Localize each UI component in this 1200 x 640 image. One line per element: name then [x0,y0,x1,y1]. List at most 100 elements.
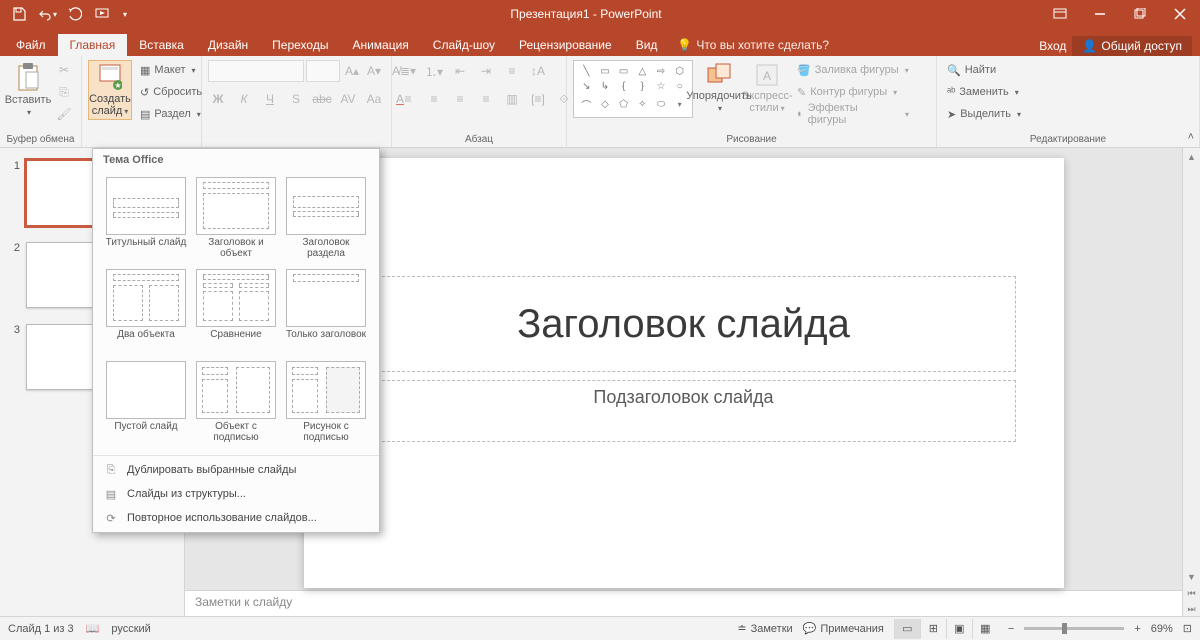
comments-toggle[interactable]: 💬 Примечания [803,622,884,635]
font-size-combo[interactable] [306,60,340,82]
bullets-button[interactable]: ≣▾ [398,61,418,81]
layout-button[interactable]: ▦Макет▾ [136,60,206,80]
increase-font-icon[interactable]: A▴ [342,61,362,81]
align-left-button[interactable]: ≡ [398,89,418,109]
tell-me-search[interactable]: 💡Что вы хотите сделать? [669,34,837,56]
shape-fill-button[interactable]: 🪣Заливка фигуры▾ [793,60,913,80]
format-painter-button[interactable]: 🖌 [54,104,74,124]
increase-indent-button[interactable]: ⇥ [476,61,496,81]
scroll-down-icon[interactable]: ▼ [1185,570,1199,584]
spellcheck-icon[interactable]: 📖 [86,622,100,635]
shapes-gallery[interactable]: ╲▭▭△⇨⬡ ↘↳{}☆○ ⌒◇⬠✧⬭▾ [573,60,693,118]
font-name-combo[interactable] [208,60,304,82]
smartart-button[interactable]: ⟐ [554,89,574,109]
align-center-button[interactable]: ≡ [424,89,444,109]
layout-picture-caption[interactable]: Рисунок с подписью [283,359,369,447]
find-button[interactable]: 🔍Найти [943,60,1025,80]
slide-counter[interactable]: Слайд 1 из 3 [8,623,74,635]
vertical-scrollbar[interactable]: ▲ ▼ ⏮ ⏭ [1182,148,1200,616]
decrease-indent-button[interactable]: ⇤ [450,61,470,81]
zoom-slider[interactable] [1024,627,1124,630]
shape-effects-button[interactable]: ◐Эффекты фигуры▾ [793,104,913,124]
next-slide-icon[interactable]: ⏭ [1185,602,1199,616]
arrange-button[interactable]: Упорядочить▾ [697,60,741,116]
layout-comparison[interactable]: Сравнение [193,267,279,355]
tab-view[interactable]: Вид [624,34,670,56]
cut-button[interactable]: ✂ [54,60,74,80]
replace-button[interactable]: ᵃᵇЗаменить▾ [943,82,1025,102]
tab-slideshow[interactable]: Слайд-шоу [421,34,507,56]
redo-icon[interactable] [62,1,88,27]
save-icon[interactable] [6,1,32,27]
scroll-up-icon[interactable]: ▲ [1185,150,1199,164]
tab-home[interactable]: Главная [58,34,128,56]
language-indicator[interactable]: русский [111,623,150,635]
reset-button[interactable]: ↺Сбросить [136,82,206,102]
menu-label: Повторное использование слайдов... [127,512,317,524]
strike-button[interactable]: abc [312,89,332,109]
reading-view-button[interactable]: ▣ [946,619,972,639]
tab-review[interactable]: Рецензирование [507,34,624,56]
slideshow-view-button[interactable]: ▦ [972,619,998,639]
layout-content-caption[interactable]: Объект с подписью [193,359,279,447]
line-spacing-button[interactable]: ≡ [502,61,522,81]
layout-two-content[interactable]: Два объекта [103,267,189,355]
copy-button[interactable]: ⎘ [54,82,74,102]
align-text-button[interactable]: [≡] [528,89,548,109]
zoom-in-button[interactable]: + [1134,623,1140,635]
slide-canvas[interactable]: Заголовок слайда Подзаголовок слайда [304,158,1064,588]
zoom-out-button[interactable]: − [1008,623,1014,635]
prev-slide-icon[interactable]: ⏮ [1185,586,1199,600]
shape-outline-button[interactable]: ✎Контур фигуры▾ [793,82,913,102]
notes-pane[interactable]: Заметки к слайду [185,590,1182,616]
reuse-slides-item[interactable]: ⟳Повторное использование слайдов... [93,506,379,530]
file-tab[interactable]: Файл [4,34,58,56]
change-case-button[interactable]: Aa [364,89,384,109]
text-direction-button[interactable]: ↕A [528,61,548,81]
align-right-button[interactable]: ≡ [450,89,470,109]
layout-title-content[interactable]: Заголовок и объект [193,175,279,263]
duplicate-slides-item[interactable]: ⎘Дублировать выбранные слайды [93,458,379,482]
ribbon-display-options-icon[interactable] [1040,0,1080,28]
layout-title-slide[interactable]: Титульный слайд [103,175,189,263]
paste-button[interactable]: Вставить▾ [6,60,50,120]
sign-in-link[interactable]: Вход [1039,39,1066,53]
qat-customize-icon[interactable]: ▾ [118,1,132,27]
collapse-ribbon-icon[interactable]: ˄ [1188,131,1194,143]
undo-icon[interactable]: ▾ [34,1,60,27]
close-button[interactable] [1160,0,1200,28]
title-placeholder[interactable]: Заголовок слайда [352,276,1016,372]
slides-from-outline-item[interactable]: ▤Слайды из структуры... [93,482,379,506]
layout-label: Рисунок с подписью [285,421,367,445]
shadow-button[interactable]: S [286,89,306,109]
layout-section-header[interactable]: Заголовок раздела [283,175,369,263]
zoom-level[interactable]: 69% [1151,623,1173,635]
quick-styles-button[interactable]: A Экспресс- стили▾ [745,60,789,116]
char-spacing-button[interactable]: AV [338,89,358,109]
decrease-font-icon[interactable]: A▾ [364,61,384,81]
maximize-button[interactable] [1120,0,1160,28]
notes-toggle[interactable]: ≐ Заметки [737,622,792,635]
columns-button[interactable]: ▥ [502,89,522,109]
italic-button[interactable]: К [234,89,254,109]
bold-button[interactable]: Ж [208,89,228,109]
justify-button[interactable]: ≡ [476,89,496,109]
tab-design[interactable]: Дизайн [196,34,260,56]
select-button[interactable]: ➤Выделить▾ [943,104,1025,124]
tab-animation[interactable]: Анимация [340,34,420,56]
numbering-button[interactable]: ⒈▾ [424,61,444,81]
underline-button[interactable]: Ч [260,89,280,109]
layout-blank[interactable]: Пустой слайд [103,359,189,447]
minimize-button[interactable] [1080,0,1120,28]
share-button[interactable]: 👤Общий доступ [1072,36,1192,56]
new-slide-button[interactable]: ★ Создать слайд▾ [88,60,132,120]
subtitle-placeholder[interactable]: Подзаголовок слайда [352,380,1016,442]
layout-title-only[interactable]: Только заголовок [283,267,369,355]
section-button[interactable]: ▤Раздел▾ [136,104,206,124]
tab-transitions[interactable]: Переходы [260,34,340,56]
sorter-view-button[interactable]: ⊞ [920,619,946,639]
start-from-beginning-icon[interactable] [90,1,116,27]
fit-to-window-button[interactable]: ⊡ [1183,622,1192,635]
tab-insert[interactable]: Вставка [127,34,196,56]
normal-view-button[interactable]: ▭ [894,619,920,639]
